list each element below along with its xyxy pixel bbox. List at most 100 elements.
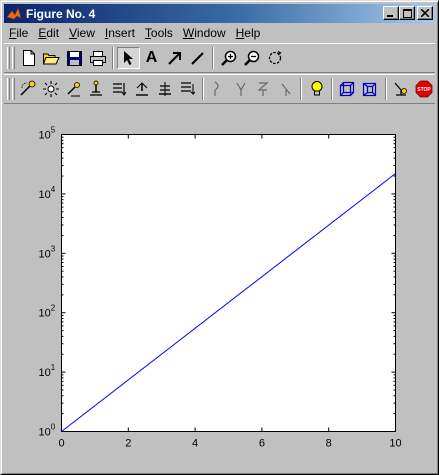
matlab-logo-icon: [6, 6, 22, 19]
insert-text-icon: A: [145, 49, 158, 66]
insert-text-button[interactable]: A: [140, 47, 163, 69]
x-tick-label: 2: [125, 438, 131, 450]
rotate-3d-icon: [268, 50, 282, 65]
zoom-out-icon: [243, 50, 259, 66]
x-principal-axis-icon: [214, 81, 219, 96]
reset-camera-icon: [394, 82, 407, 96]
menu-window[interactable]: Window: [178, 26, 231, 40]
x-tick-label: 8: [326, 438, 332, 450]
menu-help[interactable]: Help: [231, 26, 266, 40]
z-axis-button[interactable]: [252, 78, 275, 100]
toolbar-separator: [212, 47, 214, 69]
x-tick-label: 10: [389, 438, 401, 450]
save-disk-icon: [67, 50, 82, 66]
stop-label: STOP: [417, 87, 431, 93]
stop-sign-icon: STOP: [415, 80, 432, 98]
perspective-cube-icon: [363, 82, 377, 97]
save-button[interactable]: [63, 47, 86, 69]
menu-tools[interactable]: Tools: [140, 26, 178, 40]
rotate-3d-button[interactable]: [263, 47, 286, 69]
walk-camera-button[interactable]: [176, 78, 199, 100]
zoom-in-button[interactable]: [217, 47, 240, 69]
move-camera-button[interactable]: [108, 78, 131, 100]
pan-camera-icon: [67, 82, 80, 97]
no-axis-button[interactable]: [275, 78, 298, 100]
camera-toolbar: STOP: [4, 74, 435, 104]
axes-background: [61, 134, 396, 432]
orbit-camera-icon: [20, 80, 36, 96]
window-title: Figure No. 4: [26, 6, 96, 21]
toolbar-separator: [201, 78, 204, 100]
toolbar-grip[interactable]: [7, 47, 10, 69]
pan-camera-button[interactable]: [62, 78, 85, 100]
roll-camera-button[interactable]: [153, 78, 176, 100]
zoom-out-button[interactable]: [240, 47, 263, 69]
toolbar-separator: [112, 47, 114, 69]
axes-plot[interactable]: 0 2 4 6 8 10 100 101 102 103 104 105: [4, 105, 435, 472]
x-axis-button[interactable]: [207, 78, 230, 100]
orthographic-cube-icon: [340, 81, 355, 97]
new-file-button[interactable]: [17, 47, 40, 69]
open-folder-icon: [43, 53, 60, 65]
toolbar-grip[interactable]: [12, 47, 15, 69]
move-camera-icon: [113, 83, 127, 96]
orbit-light-button[interactable]: [40, 78, 63, 100]
x-tick-label: 0: [58, 438, 64, 450]
zoom-camera-icon: [135, 82, 148, 96]
stop-camera-button[interactable]: STOP: [412, 78, 435, 100]
reset-camera-button[interactable]: [390, 78, 413, 100]
maximize-icon: [402, 8, 412, 18]
perspective-projection-button[interactable]: [359, 78, 382, 100]
close-icon: [421, 9, 429, 17]
zoom-camera-button[interactable]: [130, 78, 153, 100]
select-arrow-button[interactable]: [117, 47, 140, 69]
y-tick-label: 103: [39, 244, 56, 260]
x-tick-label: 4: [192, 438, 198, 450]
y-axis-button[interactable]: [229, 78, 252, 100]
figure-canvas: 0 2 4 6 8 10 100 101 102 103 104 105: [4, 105, 435, 472]
insert-arrow-icon: [168, 51, 181, 65]
roll-camera-icon: [158, 82, 171, 96]
minimize-button[interactable]: [383, 6, 399, 20]
x-tick-label: 6: [259, 438, 265, 450]
y-tick-label: 104: [39, 185, 56, 201]
dolly-camera-button[interactable]: [85, 78, 108, 100]
orthographic-projection-button[interactable]: [336, 78, 359, 100]
select-arrow-icon: [123, 51, 133, 65]
y-tick-label: 102: [39, 304, 56, 320]
open-file-button[interactable]: [40, 47, 63, 69]
menu-insert[interactable]: Insert: [100, 26, 140, 40]
title-bar[interactable]: Figure No. 4: [4, 4, 435, 23]
toolbar-grip[interactable]: [11, 78, 15, 100]
zoom-in-icon: [220, 50, 236, 66]
y-principal-axis-icon: [236, 82, 246, 96]
figure-window: Figure No. 4 File Edit View Insert Tools…: [0, 0, 439, 475]
menu-bar: File Edit View Insert Tools Window Help: [4, 24, 435, 42]
minimize-icon: [387, 15, 393, 17]
print-button[interactable]: [86, 47, 109, 69]
walk-camera-icon: [181, 82, 196, 96]
toolbar-separator: [331, 78, 334, 100]
printer-icon: [89, 50, 106, 66]
toolbar-separator: [384, 78, 387, 100]
menu-view[interactable]: View: [64, 26, 100, 40]
z-principal-axis-icon: [257, 82, 269, 96]
y-tick-label: 100: [39, 423, 56, 439]
orbit-light-icon: [43, 81, 60, 97]
light-bulb-icon: [311, 81, 323, 96]
new-file-icon: [22, 50, 35, 66]
insert-line-button[interactable]: [186, 47, 209, 69]
light-toggle-button[interactable]: [305, 78, 328, 100]
insert-line-icon: [191, 51, 204, 65]
orbit-camera-button[interactable]: [17, 78, 40, 100]
maximize-button[interactable]: [399, 6, 415, 20]
menu-edit[interactable]: Edit: [33, 26, 64, 40]
menu-file[interactable]: File: [4, 26, 33, 40]
insert-arrow-button[interactable]: [163, 47, 186, 69]
dolly-camera-icon: [90, 80, 103, 96]
close-button[interactable]: [417, 6, 433, 20]
y-tick-label: 101: [39, 363, 56, 379]
no-principal-axis-icon: [281, 83, 291, 96]
toolbar-grip[interactable]: [7, 78, 10, 100]
figure-toolbar: A: [4, 43, 435, 73]
